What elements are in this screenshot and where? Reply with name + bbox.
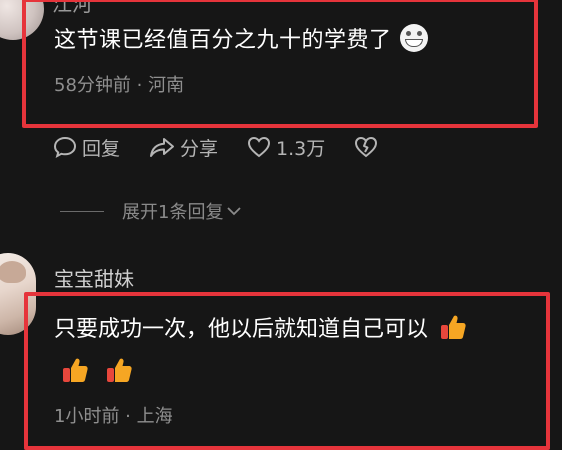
share-icon	[150, 138, 175, 157]
heart-icon	[248, 136, 271, 158]
share-button[interactable]: 分享	[148, 134, 218, 161]
comment-actions: 回复 分享 1.3万	[52, 132, 411, 162]
expand-replies[interactable]: 展开1条回复	[60, 198, 243, 224]
thumbs-up-icon	[441, 315, 466, 339]
comment-text-content: 这节课已经值百分之九十的学费了	[54, 28, 392, 53]
comment-icon	[53, 136, 77, 158]
chevron-down-icon	[227, 207, 242, 216]
thumbs-up-icon	[63, 358, 88, 382]
like-button[interactable]: 1.3万	[246, 134, 325, 161]
comment-text: 只要成功一次，他以后就知道自己可以	[54, 311, 482, 343]
share-label: 分享	[180, 137, 219, 160]
expand-replies-label: 展开1条回复	[122, 202, 224, 223]
grin-emoji-icon	[399, 24, 428, 52]
emoji-row	[60, 355, 148, 385]
comment-meta: 58分钟前 · 河南	[54, 75, 185, 96]
username[interactable]: 宝宝甜妹	[54, 263, 134, 292]
reply-label: 回复	[82, 137, 121, 160]
broken-heart-icon	[355, 136, 378, 158]
comment-text-content: 只要成功一次，他以后就知道自己可以	[54, 317, 429, 342]
like-count: 1.3万	[276, 137, 326, 160]
reply-button[interactable]: 回复	[52, 134, 120, 161]
dislike-button[interactable]	[353, 134, 383, 160]
divider	[60, 210, 104, 212]
comment-text: 这节课已经值百分之九十的学费了	[54, 22, 428, 54]
thumbs-up-icon	[107, 358, 132, 382]
comment-meta: 1小时前 · 上海	[54, 406, 173, 427]
highlight-box	[22, 0, 538, 128]
